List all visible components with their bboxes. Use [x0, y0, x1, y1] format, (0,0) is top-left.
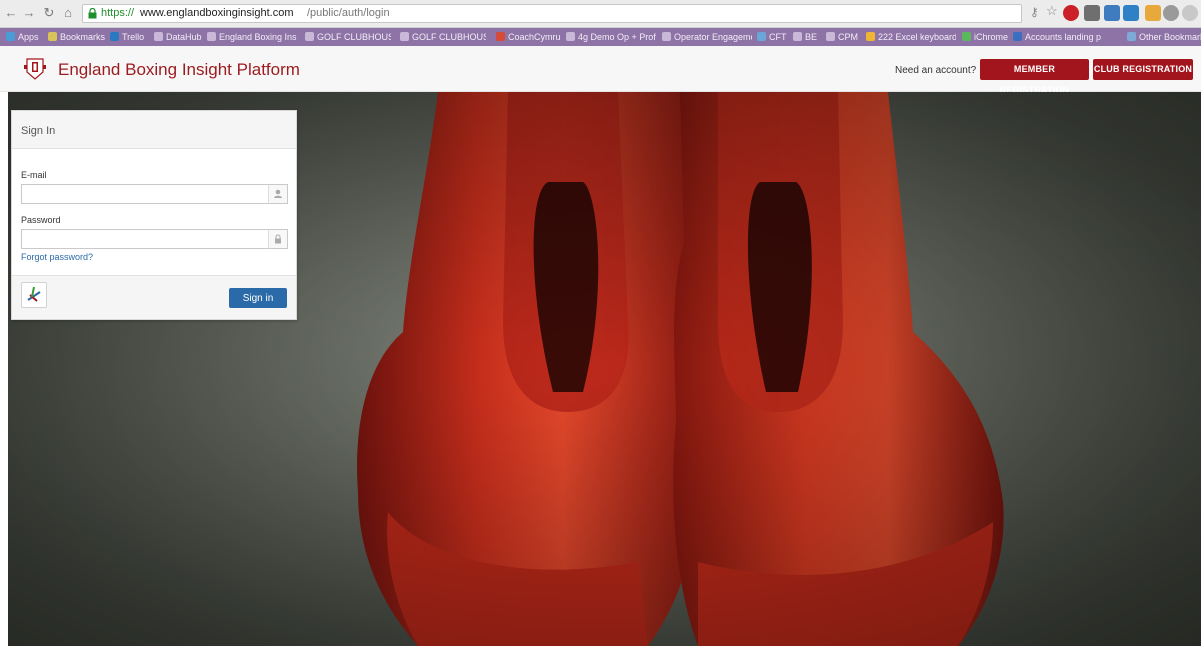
folder-icon [1127, 32, 1136, 41]
forward-arrow-icon[interactable]: → [22, 6, 36, 20]
bookmark-icon [400, 32, 409, 41]
member-registration-button[interactable]: MEMBER REGISTRATION [980, 59, 1089, 95]
england-boxing-logo[interactable] [24, 57, 46, 81]
key-icon[interactable]: ⚷ [1030, 5, 1046, 21]
star-icon[interactable]: ☆ [1046, 3, 1062, 19]
url-host: www.englandboxinginsight.com [140, 7, 294, 19]
club-registration-button[interactable]: CLUB REGISTRATION [1093, 59, 1193, 80]
bookmark-icon [662, 32, 671, 41]
signin-panel: Sign In E-mail Password Forgot password?… [11, 110, 297, 320]
bookmark-operator-engagement[interactable]: Operator Engageme [662, 30, 752, 44]
browser-toolbar: ← → ↻ ⌂ https:// www.englandboxinginsigh… [0, 0, 1201, 28]
lock-icon [88, 8, 97, 19]
bookmark-icon [866, 32, 875, 41]
menu-icon[interactable] [1182, 5, 1198, 21]
bookmark-icon [207, 32, 216, 41]
bookmark-icon [1013, 32, 1022, 41]
reload-icon[interactable]: ↻ [42, 6, 56, 20]
profile-icon[interactable] [1163, 5, 1179, 21]
bookmark-cft[interactable]: CFT [757, 30, 787, 44]
bookmark-trello[interactable]: Trello [110, 30, 144, 44]
bookmark-ichrome[interactable]: iChrome [962, 30, 1008, 44]
back-arrow-icon[interactable]: ← [4, 6, 18, 20]
site-header: England Boxing Insight Platform Need an … [0, 46, 1201, 95]
bookmark-cpm[interactable]: CPM [826, 30, 858, 44]
bookmark-icon [305, 32, 314, 41]
mail-icon[interactable] [1104, 5, 1120, 21]
star-icon [48, 32, 57, 41]
lock-icon [268, 229, 288, 249]
bookmark-other[interactable]: Other Bookmarks [1127, 30, 1201, 44]
bookmark-datahub[interactable]: DataHub [154, 30, 202, 44]
need-account-text: Need an account? [895, 65, 977, 76]
bookmark-icon [154, 32, 163, 41]
trello-icon [110, 32, 119, 41]
bookmark-accounts-landing[interactable]: Accounts landing p [1013, 30, 1103, 44]
address-bar[interactable]: https:// www.englandboxinginsight.com /p… [82, 4, 1022, 23]
bookmark-golf-clubhouse-2[interactable]: GOLF CLUBHOUSE [400, 30, 486, 44]
apps-icon [6, 32, 15, 41]
bookmark-icon [962, 32, 971, 41]
home-icon[interactable]: ⌂ [61, 6, 75, 20]
extension-icon-2[interactable] [1145, 5, 1161, 21]
password-field[interactable] [21, 229, 288, 249]
signin-footer: Sign in [12, 275, 296, 319]
sign-in-button[interactable]: Sign in [229, 288, 287, 308]
bookmark-golf-clubhouse-1[interactable]: GOLF CLUBHOUSE [305, 30, 391, 44]
bookmark-be[interactable]: BE [793, 30, 817, 44]
email-label: E-mail [21, 170, 47, 180]
signin-title: Sign In [21, 125, 56, 137]
forgot-password-link[interactable]: Forgot password? [21, 252, 93, 262]
bookmark-coachcymru[interactable]: CoachCymru [496, 30, 562, 44]
bookmark-icon [566, 32, 575, 41]
password-label: Password [21, 215, 61, 225]
site-title[interactable]: England Boxing Insight Platform [58, 60, 300, 80]
bookmark-4g-demo[interactable]: 4g Demo Op + Prof [566, 30, 656, 44]
bookmark-bookmarks[interactable]: Bookmarks [48, 30, 105, 44]
user-icon [268, 184, 288, 204]
s-extension-icon[interactable] [1123, 5, 1139, 21]
page-edge [0, 92, 8, 646]
url-path: /public/auth/login [307, 7, 390, 19]
url-scheme: https:// [101, 7, 135, 19]
bookmark-icon [757, 32, 766, 41]
bookmark-icon [793, 32, 802, 41]
signin-header: Sign In [12, 111, 296, 149]
extension-icon[interactable] [1084, 5, 1100, 21]
pinterest-icon[interactable] [1063, 5, 1079, 21]
partner-logo [21, 282, 47, 308]
bookmark-england-boxing[interactable]: England Boxing Ins [207, 30, 299, 44]
bookmark-excel-keyboard[interactable]: 222 Excel keyboard [866, 30, 956, 44]
bookmark-apps[interactable]: Apps [6, 30, 39, 44]
bookmark-icon [496, 32, 505, 41]
bookmark-icon [826, 32, 835, 41]
email-field[interactable] [21, 184, 288, 204]
bookmarks-bar: Apps Bookmarks Trello DataHub England Bo… [0, 28, 1201, 46]
